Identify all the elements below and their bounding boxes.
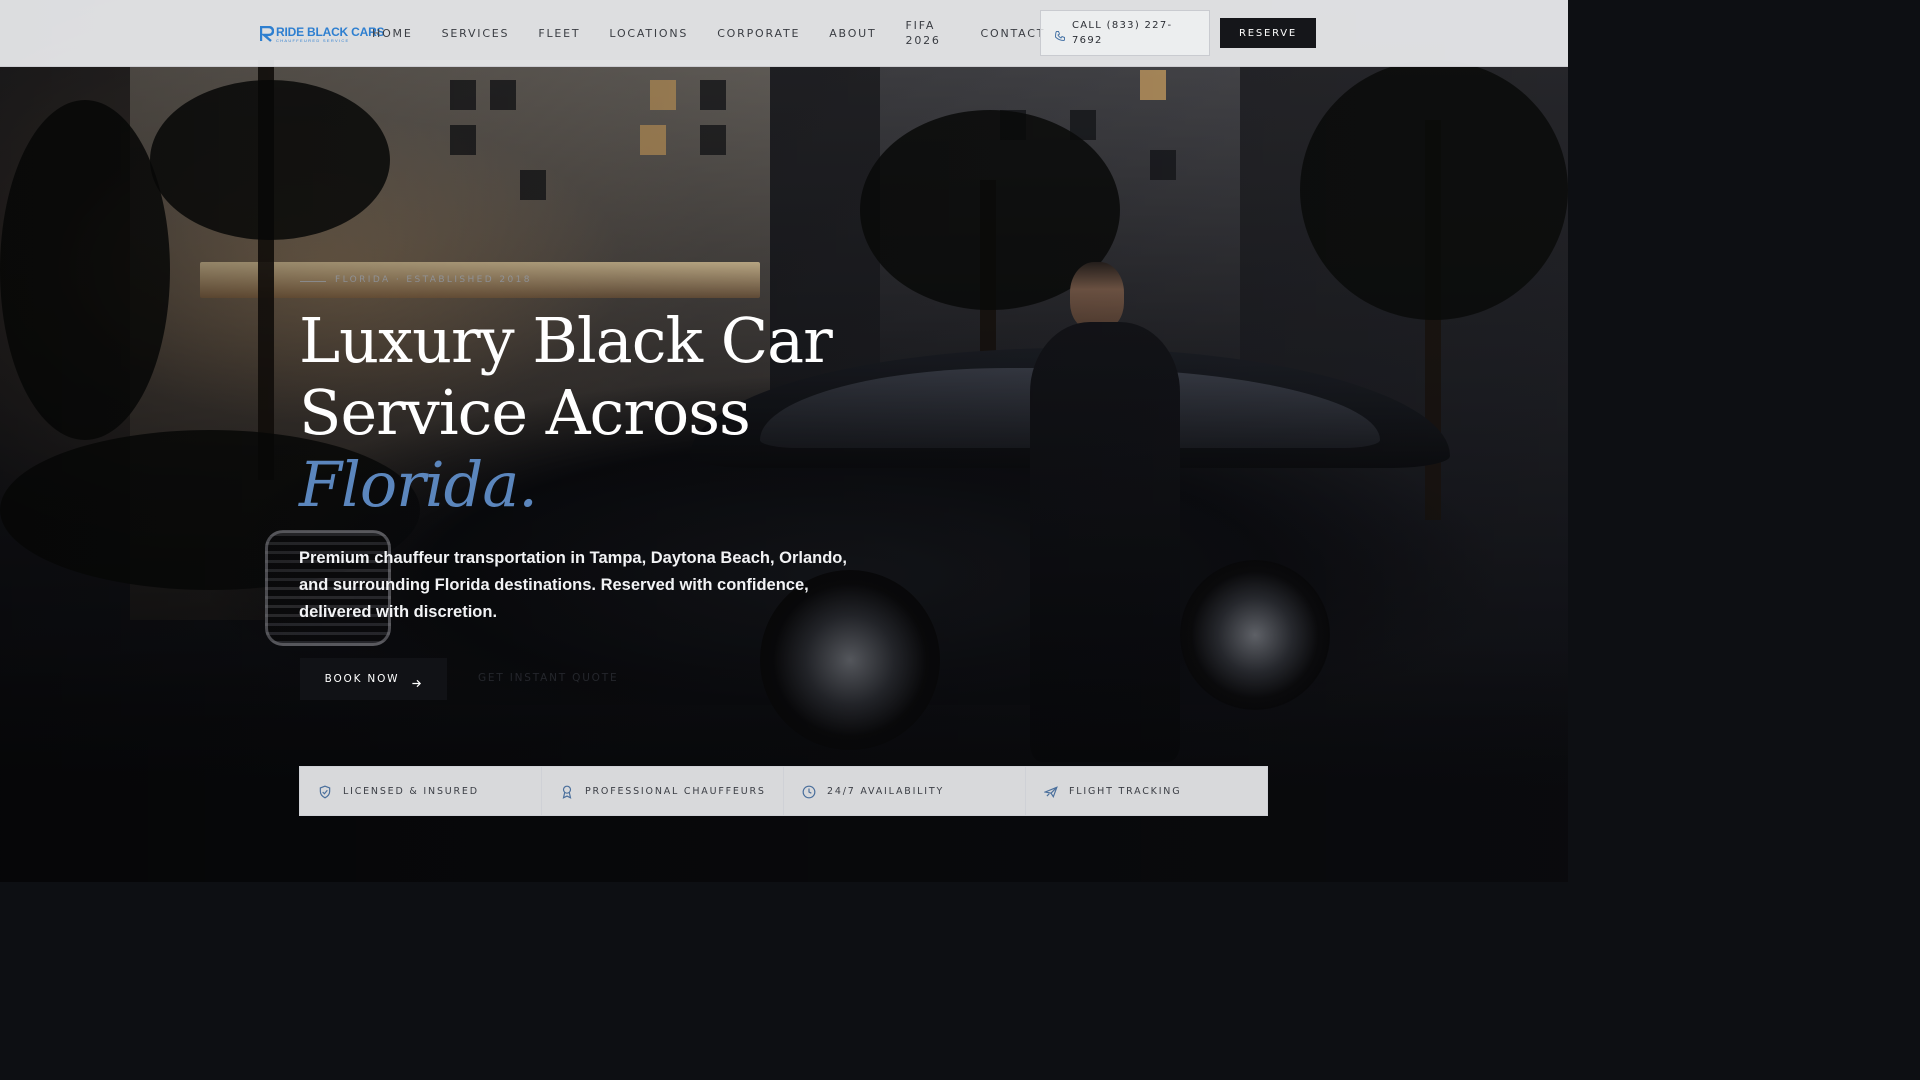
- headline-line-2: Service Across: [299, 376, 751, 449]
- nav-link-corporate[interactable]: CORPORATE: [717, 26, 800, 41]
- instant-quote-link[interactable]: GET INSTANT QUOTE: [478, 672, 618, 684]
- brand-logo[interactable]: RIDE BLACK CARS CHAUFFEURED SERVICE: [260, 23, 385, 45]
- phone-icon: [1054, 27, 1066, 42]
- call-phone-button[interactable]: CALL (833) 227-7692: [1040, 10, 1210, 56]
- brand-name: RIDE BLACK CARS: [276, 24, 385, 39]
- clock-icon: [802, 784, 816, 799]
- nav-link-locations[interactable]: LOCATIONS: [609, 26, 688, 41]
- feature-label: FLIGHT TRACKING: [1069, 785, 1182, 797]
- logo-r-icon: [260, 26, 274, 42]
- brand-tagline: CHAUFFEURED SERVICE: [276, 37, 350, 43]
- book-now-label: BOOK NOW: [324, 673, 400, 685]
- eyebrow-divider: [300, 281, 326, 282]
- feature-label: PROFESSIONAL CHAUFFEURS: [585, 785, 766, 797]
- feature-24-7-availability: 24/7 AVAILABILITY: [784, 767, 1026, 815]
- feature-label: 24/7 AVAILABILITY: [827, 785, 945, 797]
- hero-subtext: Premium chauffeur transportation in Tamp…: [299, 549, 847, 621]
- nav-link-fleet[interactable]: FLEET: [538, 26, 580, 41]
- features-bar: LICENSED & INSURED PROFESSIONAL CHAUFFEU…: [299, 766, 1268, 816]
- top-navigation-bar: RIDE BLACK CARS CHAUFFEURED SERVICE HOME…: [0, 0, 1568, 67]
- plane-icon: [1043, 784, 1058, 798]
- nav-link-about[interactable]: ABOUT: [829, 26, 876, 41]
- nav-link-contact[interactable]: CONTACT: [981, 26, 1046, 41]
- feature-professional-chauffeurs: PROFESSIONAL CHAUFFEURS: [542, 767, 784, 815]
- call-phone-label: CALL (833) 227-7692: [1072, 20, 1173, 46]
- book-now-button[interactable]: BOOK NOW: [300, 658, 447, 700]
- reserve-button[interactable]: RESERVE: [1220, 18, 1316, 48]
- award-icon: [560, 784, 574, 799]
- hero-eyebrow: FLORIDA · ESTABLISHED 2018: [335, 275, 532, 285]
- headline-line-1: Luxury Black Car: [299, 304, 833, 377]
- feature-flight-tracking: FLIGHT TRACKING: [1026, 767, 1267, 815]
- arrow-right-icon: [411, 674, 422, 687]
- feature-licensed-insured: LICENSED & INSURED: [300, 767, 542, 815]
- nav-link-fifa-2026[interactable]: FIFA 2026: [906, 18, 952, 48]
- feature-label: LICENSED & INSURED: [343, 785, 479, 797]
- nav-link-home[interactable]: HOME: [372, 26, 413, 41]
- hero-headline: Luxury Black Car Service Across Florida.: [299, 304, 833, 521]
- shield-check-icon: [318, 784, 332, 799]
- nav-link-services[interactable]: SERVICES: [442, 26, 510, 41]
- headline-accent: Florida.: [299, 448, 538, 521]
- nav-links: HOME SERVICES FLEET LOCATIONS CORPORATE …: [372, 0, 1074, 66]
